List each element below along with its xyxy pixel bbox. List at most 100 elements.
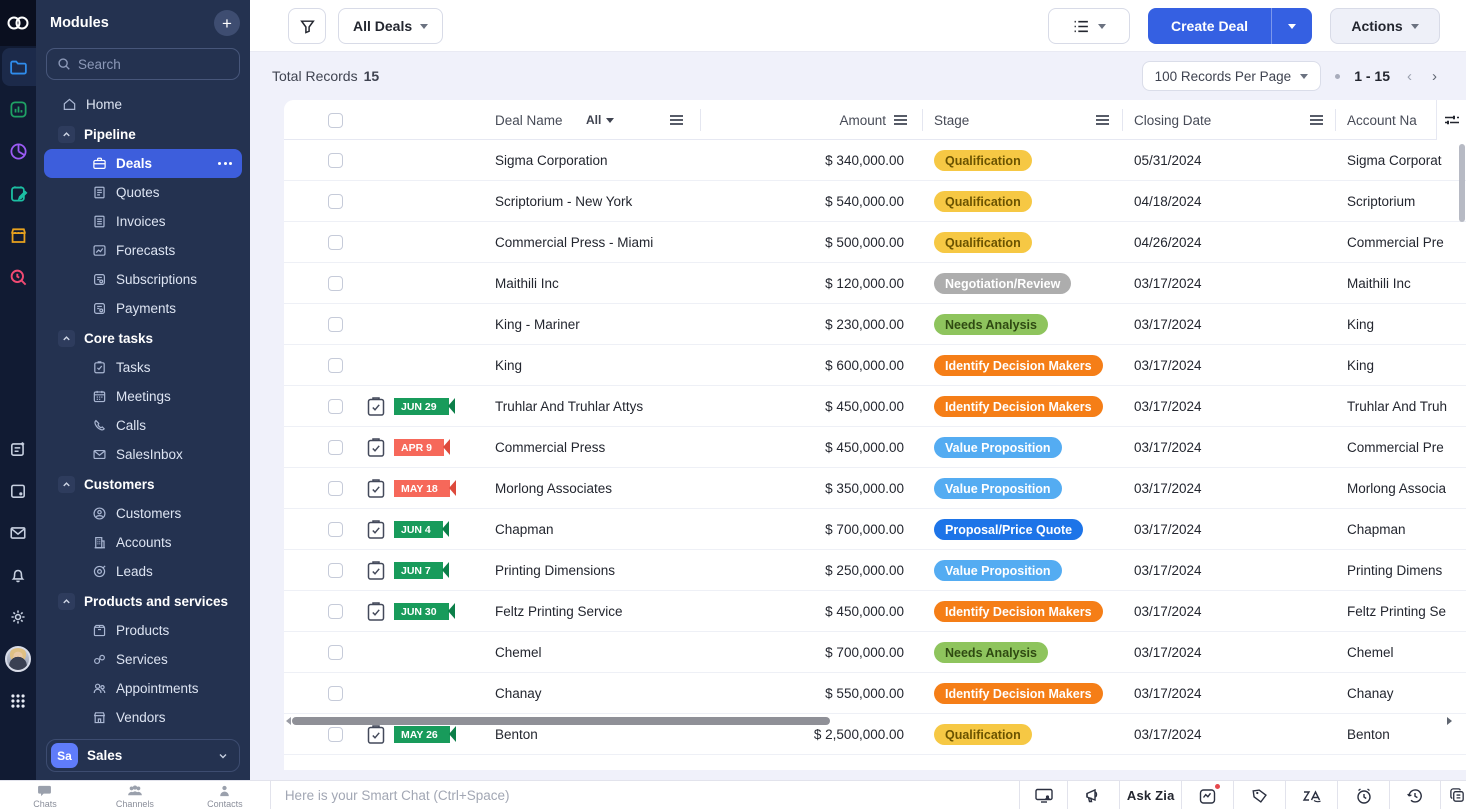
sidebar-item-leads[interactable]: Leads bbox=[44, 557, 242, 586]
row-checkbox[interactable] bbox=[328, 686, 343, 701]
task-clipboard-icon[interactable] bbox=[366, 386, 386, 427]
row-checkbox[interactable] bbox=[328, 358, 343, 373]
deal-name-filter[interactable]: All bbox=[586, 100, 614, 140]
zia-insights-button[interactable] bbox=[1181, 781, 1233, 809]
deal-name-cell[interactable]: Commercial Press bbox=[495, 427, 705, 468]
history-button[interactable] bbox=[1389, 781, 1440, 809]
column-header-deal-name[interactable]: Deal Name bbox=[495, 100, 563, 140]
row-checkbox[interactable] bbox=[328, 317, 343, 332]
table-row[interactable]: APR 9Commercial Press$ 450,000.00Value P… bbox=[284, 427, 1466, 468]
sidebar-item-vendors[interactable]: Vendors bbox=[44, 703, 242, 732]
sidebar-section-pipeline[interactable]: Pipeline bbox=[44, 119, 242, 149]
deal-name-cell[interactable]: Chemel bbox=[495, 632, 705, 673]
user-avatar[interactable] bbox=[0, 638, 36, 680]
collapse-chevron-icon[interactable] bbox=[58, 330, 75, 347]
copy-stack-button[interactable] bbox=[1440, 781, 1466, 809]
collapse-chevron-icon[interactable] bbox=[58, 476, 75, 493]
deal-name-cell[interactable]: King bbox=[495, 345, 705, 386]
list-layout-button[interactable] bbox=[1048, 8, 1130, 44]
search-input[interactable] bbox=[78, 57, 218, 72]
table-row[interactable]: JUN 4Chapman$ 700,000.00Proposal/Price Q… bbox=[284, 509, 1466, 550]
sidebar-item-services[interactable]: Services bbox=[44, 645, 242, 674]
row-checkbox[interactable] bbox=[328, 276, 343, 291]
add-module-button[interactable]: + bbox=[214, 10, 240, 36]
table-row[interactable]: MAY 18Morlong Associates$ 350,000.00Valu… bbox=[284, 468, 1466, 509]
tab-channels[interactable]: Channels bbox=[95, 781, 175, 809]
scroll-left-arrow[interactable] bbox=[286, 717, 291, 725]
sidebar-item-salesinbox[interactable]: SalesInbox bbox=[44, 440, 242, 469]
column-header-amount[interactable]: Amount bbox=[714, 100, 886, 140]
column-header-closing-date[interactable]: Closing Date bbox=[1134, 100, 1211, 140]
select-all-checkbox[interactable] bbox=[328, 113, 343, 128]
task-due-date-ribbon[interactable]: JUN 29 bbox=[394, 398, 449, 415]
task-due-date-ribbon[interactable]: APR 9 bbox=[394, 439, 444, 456]
mail-icon[interactable] bbox=[0, 512, 36, 554]
notifications-bell-icon[interactable] bbox=[0, 554, 36, 596]
table-row[interactable]: Chanay$ 550,000.00Identify Decision Make… bbox=[284, 673, 1466, 714]
horizontal-scrollbar[interactable] bbox=[284, 714, 1466, 728]
row-checkbox[interactable] bbox=[328, 727, 343, 742]
sidebar-item-products[interactable]: Products bbox=[44, 616, 242, 645]
task-clipboard-icon[interactable] bbox=[366, 468, 386, 509]
sidebar-item-invoices[interactable]: Invoices bbox=[44, 207, 242, 236]
task-due-date-ribbon[interactable]: JUN 7 bbox=[394, 562, 443, 579]
ask-zia-button[interactable]: Ask Zia bbox=[1119, 781, 1181, 809]
deal-name-cell[interactable]: Printing Dimensions bbox=[495, 550, 705, 591]
horizontal-scrollbar-thumb[interactable] bbox=[292, 717, 830, 725]
deal-name-cell[interactable]: Truhlar And Truhlar Attys bbox=[495, 386, 705, 427]
deal-name-cell[interactable]: Morlong Associates bbox=[495, 468, 705, 509]
filter-button[interactable] bbox=[288, 8, 326, 44]
amount-column-menu[interactable] bbox=[894, 100, 907, 140]
sidebar-item-calls[interactable]: Calls bbox=[44, 411, 242, 440]
sidebar-search[interactable] bbox=[46, 48, 240, 80]
calendar-icon[interactable] bbox=[0, 470, 36, 512]
task-clipboard-icon[interactable] bbox=[366, 550, 386, 591]
analytics-pie-icon[interactable] bbox=[0, 130, 36, 172]
workspace-selector[interactable]: Sa Sales bbox=[46, 739, 240, 772]
modules-folder-icon[interactable] bbox=[0, 46, 36, 88]
sidebar-item-appointments[interactable]: Appointments bbox=[44, 674, 242, 703]
table-row[interactable]: JUN 30Feltz Printing Service$ 450,000.00… bbox=[284, 591, 1466, 632]
settings-gear-icon[interactable] bbox=[0, 596, 36, 638]
column-settings-button[interactable] bbox=[1436, 100, 1466, 140]
row-checkbox[interactable] bbox=[328, 522, 343, 537]
tags-button[interactable] bbox=[1233, 781, 1285, 809]
reminders-button[interactable] bbox=[1337, 781, 1389, 809]
zia-sketch-button[interactable] bbox=[1285, 781, 1337, 809]
zia-search-icon[interactable] bbox=[0, 256, 36, 298]
column-header-account-name[interactable]: Account Na bbox=[1347, 100, 1435, 140]
create-deal-menu-button[interactable] bbox=[1272, 8, 1312, 44]
previous-page-button[interactable]: ‹ bbox=[1404, 68, 1415, 85]
row-checkbox[interactable] bbox=[328, 604, 343, 619]
create-deal-button[interactable]: Create Deal bbox=[1148, 8, 1272, 44]
row-checkbox[interactable] bbox=[328, 645, 343, 660]
sidebar-section-customers[interactable]: Customers bbox=[44, 469, 242, 499]
table-row[interactable]: Sigma Corporation$ 340,000.00Qualificati… bbox=[284, 140, 1466, 181]
screen-share-button[interactable] bbox=[1019, 781, 1067, 809]
app-grid-icon[interactable] bbox=[0, 680, 36, 722]
row-checkbox[interactable] bbox=[328, 399, 343, 414]
table-row[interactable]: King$ 600,000.00Identify Decision Makers… bbox=[284, 345, 1466, 386]
collapse-chevron-icon[interactable] bbox=[58, 593, 75, 610]
task-due-date-ribbon[interactable]: MAY 18 bbox=[394, 480, 450, 497]
smart-chat-input-area[interactable] bbox=[270, 781, 1019, 809]
deal-name-column-menu[interactable] bbox=[670, 100, 683, 140]
table-row[interactable]: Chemel$ 700,000.00Needs Analysis03/17/20… bbox=[284, 632, 1466, 673]
activities-clipboard-icon[interactable] bbox=[0, 172, 36, 214]
sidebar-item-quotes[interactable]: Quotes bbox=[44, 178, 242, 207]
next-page-button[interactable]: › bbox=[1429, 68, 1440, 85]
deal-name-cell[interactable]: Maithili Inc bbox=[495, 263, 705, 304]
closing-date-column-menu[interactable] bbox=[1310, 100, 1323, 140]
table-row[interactable]: JUN 29Truhlar And Truhlar Attys$ 450,000… bbox=[284, 386, 1466, 427]
sidebar-item-deals[interactable]: Deals bbox=[44, 149, 242, 178]
announcements-button[interactable] bbox=[1067, 781, 1119, 809]
more-options-icon[interactable] bbox=[218, 162, 232, 165]
table-row[interactable]: Scriptorium - New York$ 540,000.00Qualif… bbox=[284, 181, 1466, 222]
row-checkbox[interactable] bbox=[328, 153, 343, 168]
view-selector-button[interactable]: All Deals bbox=[338, 8, 443, 44]
tab-contacts[interactable]: Contacts bbox=[185, 781, 265, 809]
table-row[interactable]: Maithili Inc$ 120,000.00Negotiation/Revi… bbox=[284, 263, 1466, 304]
zoho-crm-logo[interactable] bbox=[0, 0, 36, 46]
sidebar-section-products-and-services[interactable]: Products and services bbox=[44, 586, 242, 616]
reports-icon[interactable] bbox=[0, 88, 36, 130]
